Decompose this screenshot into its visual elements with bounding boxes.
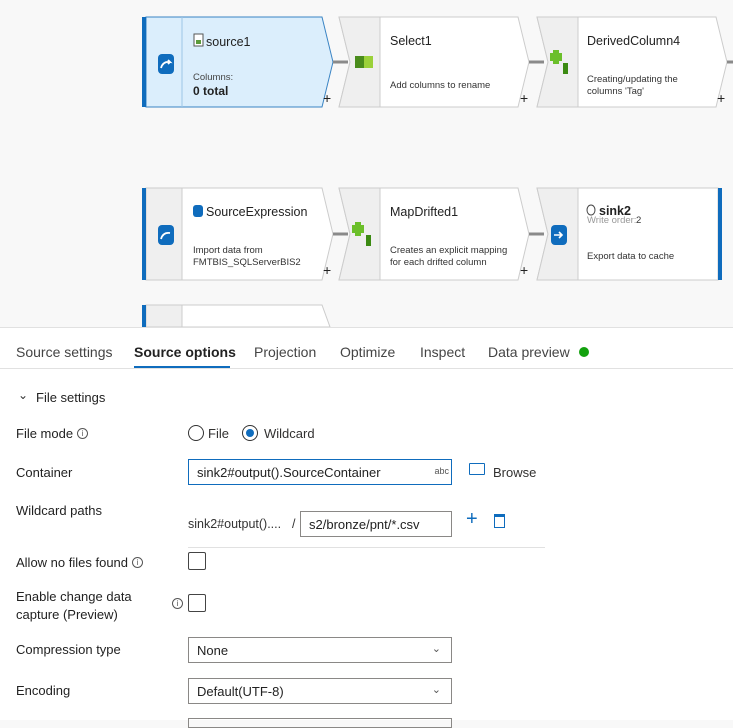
dynamic-content-badge[interactable]: abc <box>434 466 449 476</box>
folder-icon[interactable] <box>469 463 485 475</box>
file-mode-option-wildcard[interactable]: Wildcard <box>264 426 315 441</box>
file-mode-label: File mode i <box>16 426 89 441</box>
wildcard-separator: / <box>292 517 296 531</box>
cdc-checkbox[interactable] <box>188 594 206 612</box>
wildcard-prefix: sink2#output().... <box>188 517 282 531</box>
status-dot-icon <box>579 347 589 357</box>
compression-value: None <box>197 643 229 658</box>
dataflow-canvas[interactable]: source1 Columns: 0 total + Select1 Add c… <box>0 0 733 327</box>
encoding-value: Default(UTF-8) <box>197 684 284 699</box>
container-label: Container <box>16 465 73 480</box>
encoding-label: Encoding <box>16 683 71 698</box>
file-icon <box>193 33 204 47</box>
info-icon[interactable]: i <box>77 428 89 439</box>
container-input[interactable]: sink2#output().SourceContainer abc <box>188 459 452 485</box>
chevron-down-icon[interactable]: ⌄ <box>18 388 28 402</box>
add-transform-button[interactable]: + <box>717 90 725 106</box>
write-order-label: Write order: <box>587 215 637 226</box>
info-icon[interactable]: i <box>172 598 183 609</box>
wildcard-paths-label: Wildcard paths <box>16 503 102 518</box>
chevron-down-icon: ⌄ <box>431 684 441 696</box>
node-title[interactable]: DerivedColumn4 <box>587 34 680 48</box>
container-value: sink2#output().SourceContainer <box>197 465 381 480</box>
info-icon[interactable]: i <box>132 557 144 568</box>
add-transform-button[interactable]: + <box>520 90 528 106</box>
delete-icon[interactable] <box>494 514 505 528</box>
divider <box>188 547 545 548</box>
node-desc: Creating/updating the columns 'Tag' <box>587 74 678 97</box>
tab-optimize[interactable]: Optimize <box>340 344 395 360</box>
node-source1-shape <box>145 16 334 108</box>
add-transform-button[interactable]: + <box>520 262 528 278</box>
tab-projection[interactable]: Projection <box>254 344 316 360</box>
allow-no-files-label: Allow no files found i <box>16 555 144 570</box>
sink-icon <box>551 225 567 245</box>
divider <box>0 368 733 369</box>
node-shapes <box>142 16 733 327</box>
file-mode-option-file[interactable]: File <box>208 426 229 441</box>
node-desc: Import data from FMTBIS_SQLServerBIS2 <box>193 245 301 268</box>
properties-panel: Source settings Source options Projectio… <box>0 327 733 728</box>
add-transform-button[interactable]: + <box>323 90 331 106</box>
select-icon <box>355 56 373 68</box>
file-mode-radio-wildcard[interactable] <box>242 425 258 441</box>
node-title[interactable]: Select1 <box>390 34 432 48</box>
allow-no-files-checkbox[interactable] <box>188 552 206 570</box>
encoding-select[interactable]: Default(UTF-8) ⌄ <box>188 678 452 704</box>
node-title[interactable]: source1 <box>206 35 250 49</box>
node-desc: Add columns to rename <box>390 80 491 91</box>
tab-source-options[interactable]: Source options <box>134 344 236 360</box>
file-mode-radio-file[interactable] <box>188 425 204 441</box>
tab-source-settings[interactable]: Source settings <box>16 344 113 360</box>
source-icon <box>158 54 174 74</box>
tab-data-preview[interactable]: Data preview <box>488 344 570 360</box>
compression-type-label: Compression type <box>16 642 121 657</box>
wildcard-path-value: s2/bronze/pnt/*.csv <box>309 517 420 532</box>
node-title[interactable]: MapDrifted1 <box>390 205 458 219</box>
write-order-value: 2 <box>636 215 642 226</box>
cdc-label: Enable change data capture (Preview) <box>16 589 132 622</box>
node-value: 0 total <box>193 84 229 98</box>
node-desc: Creates an explicit mapping for each dri… <box>390 245 508 268</box>
wildcard-path-input[interactable]: s2/bronze/pnt/*.csv <box>300 511 452 537</box>
node-title[interactable]: SourceExpression <box>206 205 307 219</box>
add-icon[interactable]: + <box>466 508 478 531</box>
browse-button[interactable]: Browse <box>493 465 536 480</box>
sql-icon <box>193 205 203 217</box>
file-mode-text: File mode <box>16 426 74 441</box>
chevron-down-icon: ⌄ <box>431 643 441 655</box>
node-label: Columns: <box>193 72 234 83</box>
add-transform-button[interactable]: + <box>323 262 331 278</box>
tab-inspect[interactable]: Inspect <box>420 344 465 360</box>
section-file-settings[interactable]: File settings <box>36 390 105 405</box>
compression-type-select[interactable]: None ⌄ <box>188 637 452 663</box>
allow-no-files-text: Allow no files found <box>16 555 129 570</box>
source-icon <box>158 225 174 245</box>
node-desc: Export data to cache <box>587 251 675 262</box>
